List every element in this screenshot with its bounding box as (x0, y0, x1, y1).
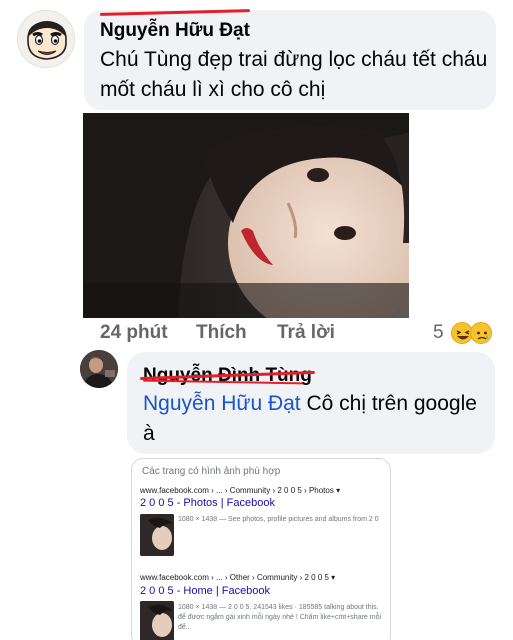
sad-emoji-icon[interactable] (470, 322, 492, 344)
result-title[interactable]: 2 0 0 5 - Home | Facebook (140, 585, 270, 597)
result-thumbnail (140, 601, 174, 640)
result-description: 1080 × 1438 — See photos, profile pictur… (178, 516, 379, 523)
person-photo-icon (80, 350, 118, 388)
reply-text: Nguyễn Hữu Đạt Cô chị trên google à (143, 389, 488, 449)
portrait-photo-image (83, 113, 409, 318)
result-description: để... (178, 624, 192, 631)
comment-photo[interactable] (83, 113, 409, 318)
comment-author-name[interactable]: Nguyễn Hữu Đạt (100, 20, 250, 42)
result-description: để được ngắm gái xinh mỗi ngày nhé ! Chă… (178, 614, 382, 621)
result-title[interactable]: 2 0 0 5 - Photos | Facebook (140, 497, 275, 509)
reaction-count[interactable]: 5 (433, 322, 444, 344)
result-url: www.facebook.com › ... › Other › Communi… (140, 573, 336, 582)
mention-link[interactable]: Nguyễn Hữu Đạt (143, 392, 301, 415)
result-thumbnail (140, 514, 174, 556)
reply-link[interactable]: Trả lời (277, 322, 335, 344)
result-description: 1080 × 1438 — 2 0 0 5. 241543 likes · 18… (178, 604, 379, 611)
result-url: www.facebook.com › ... › Community › 2 0… (140, 486, 341, 495)
comment-timestamp: 24 phút (100, 322, 168, 343)
like-link[interactable]: Thích (196, 322, 247, 344)
cartoon-face-icon (18, 11, 74, 67)
search-results-screenshot: Các trang có hình ảnh phù hợp www.facebo… (131, 458, 391, 640)
commenter-avatar[interactable] (17, 10, 75, 68)
reply-author-avatar[interactable] (80, 350, 118, 388)
comment-text: Chú Tùng đẹp trai đừng lọc cháu tết cháu… (100, 48, 488, 101)
search-card-header: Các trang có hình ảnh phù hợp (142, 466, 281, 477)
